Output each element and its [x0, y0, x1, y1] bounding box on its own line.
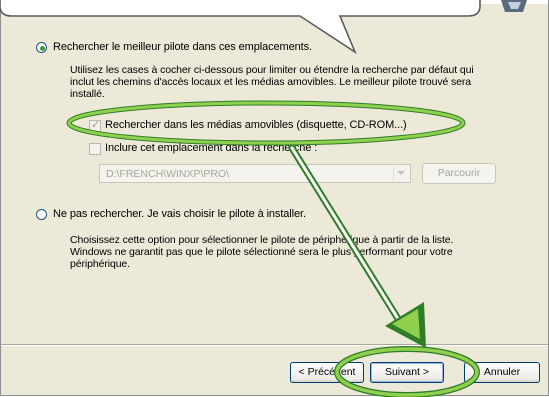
wizard-content: Rechercher le meilleur pilote dans ces e… — [1, 0, 548, 343]
path-combobox-value: D:\FRENCH\WINXP\PRO\ — [106, 168, 230, 180]
wizard-header-strip — [1, 0, 548, 4]
button-area-separator — [1, 344, 548, 346]
checkbox-removable-media[interactable]: ✓ — [89, 118, 101, 132]
radio-search-best-driver[interactable] — [36, 42, 47, 53]
next-button[interactable]: Suivant > — [370, 362, 444, 383]
manual-description-line-1: Choisissez cette option pour sélectionne… — [70, 234, 454, 246]
chevron-down-icon — [397, 171, 405, 175]
path-combobox-dropdown-button[interactable] — [393, 166, 409, 181]
check-icon: ✓ — [91, 118, 101, 131]
search-description-line-1: Utilisez les cases à cocher ci-dessous p… — [70, 64, 474, 76]
checkbox-include-location-label: Inclure cet emplacement dans la recherch… — [105, 142, 318, 154]
checkbox-include-location[interactable] — [89, 143, 101, 155]
path-combobox[interactable]: D:\FRENCH\WINXP\PRO\ — [99, 164, 411, 183]
checkbox-removable-media-label: Rechercher dans les médias amovibles (di… — [105, 119, 407, 131]
radio-manual-label: Ne pas rechercher. Je vais choisir le pi… — [53, 208, 306, 220]
cancel-button[interactable]: Annuler — [464, 362, 540, 383]
search-description-line-2: inclut les chemins d'accès locaux et les… — [70, 76, 472, 88]
hardware-wizard-dialog: Rechercher le meilleur pilote dans ces e… — [0, 0, 549, 396]
manual-description-line-2: Windows ne garantit pas que le pilote sé… — [70, 246, 453, 258]
wizard-header-icon — [501, 0, 527, 12]
radio-choose-driver-manually[interactable] — [36, 209, 47, 220]
radio-search-label: Rechercher le meilleur pilote dans ces e… — [53, 41, 312, 53]
manual-description-line-3: périphérique. — [70, 258, 130, 270]
search-description-line-3: installé. — [70, 88, 105, 100]
browse-button[interactable]: Parcourir — [422, 163, 496, 184]
back-button[interactable]: < Précédent — [290, 362, 364, 383]
radio-selected-icon — [39, 45, 45, 51]
